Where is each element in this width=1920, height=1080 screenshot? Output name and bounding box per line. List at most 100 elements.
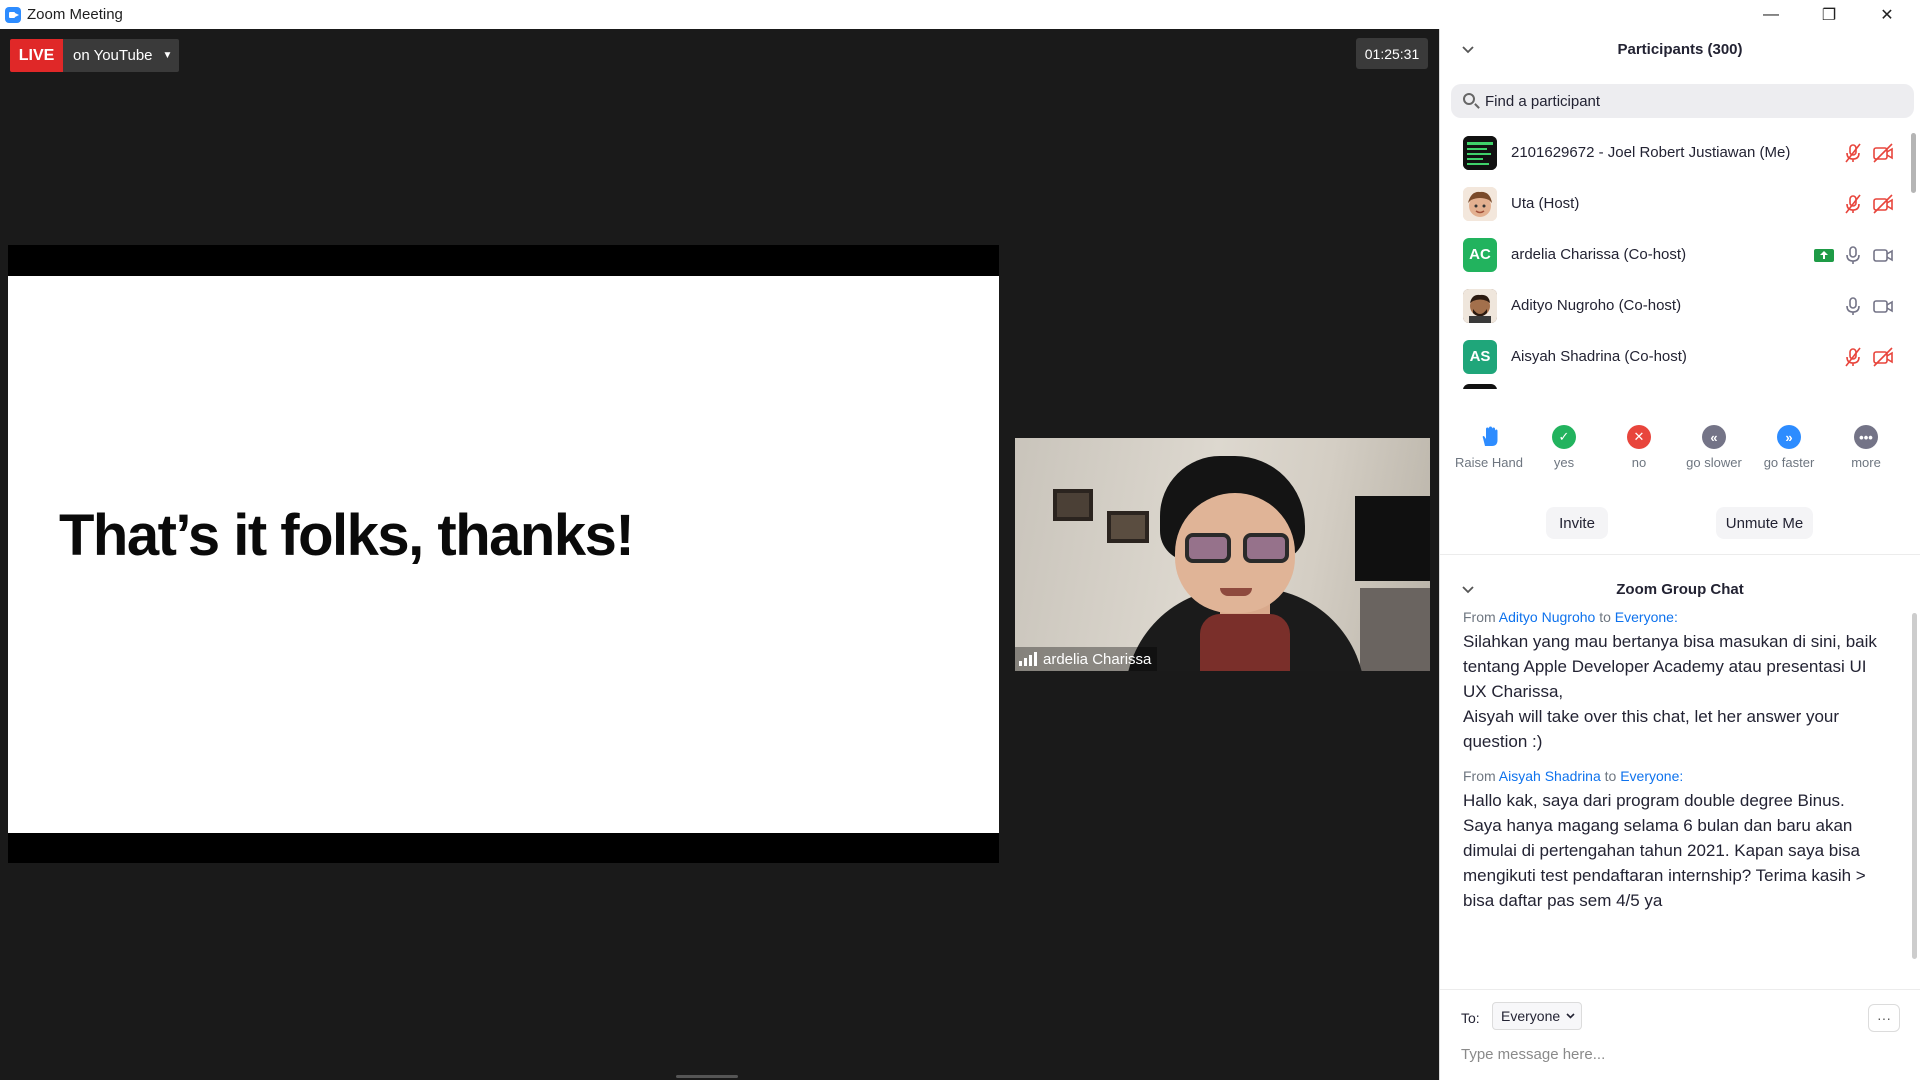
from-prefix: From: [1463, 768, 1496, 784]
participant-row[interactable]: [1440, 382, 1910, 389]
invite-button[interactable]: Invite: [1546, 507, 1608, 539]
recipient-value: Everyone: [1501, 1008, 1561, 1024]
participant-row[interactable]: 2101629672 - Joel Robert Justiawan (Me): [1440, 127, 1910, 178]
participant-list-scrollbar[interactable]: [1911, 127, 1916, 389]
cabinet: [1360, 588, 1430, 671]
message-recipient[interactable]: Everyone: [1620, 768, 1679, 784]
window-title: Zoom Meeting: [27, 6, 123, 23]
person-shirt: [1200, 614, 1290, 671]
message-text: Silahkan yang mau bertanya bisa masukan …: [1463, 632, 1877, 751]
minimize-button[interactable]: —: [1742, 0, 1800, 29]
shared-slide: That’s it folks, thanks!: [8, 276, 999, 833]
go-faster-label: go faster: [1763, 455, 1815, 470]
slide-text: That’s it folks, thanks!: [59, 503, 635, 568]
go-slower-label: go slower: [1686, 455, 1742, 470]
live-destination-label: on YouTube: [73, 47, 153, 64]
chevron-down-icon[interactable]: [1462, 582, 1474, 597]
participant-list: 2101629672 - Joel Robert Justiawan (Me) …: [1440, 127, 1910, 389]
raise-hand-label: Raise Hand: [1455, 455, 1523, 470]
to-prefix: to: [1604, 768, 1617, 784]
avatar: AS: [1463, 339, 1497, 374]
raise-hand-button[interactable]: Raise Hand: [1451, 425, 1527, 470]
stage-scrollbar[interactable]: [676, 1075, 738, 1078]
participant-row[interactable]: Adityo Nugroho (Co-host): [1440, 280, 1910, 331]
wall-picture-frame: [1053, 489, 1093, 521]
video-off-icon[interactable]: [1872, 142, 1894, 164]
side-panel: Participants (300) Find a participant 21…: [1439, 29, 1920, 1080]
to-prefix: to: [1599, 609, 1611, 625]
message-colon: :: [1679, 768, 1684, 784]
from-prefix: From: [1463, 609, 1496, 625]
live-destination-dropdown[interactable]: on YouTube ▼: [63, 39, 179, 72]
fast-forward-icon: »: [1777, 425, 1801, 449]
person-mouth: [1220, 588, 1252, 596]
video-off-icon[interactable]: [1872, 193, 1894, 215]
participant-row[interactable]: AC ardelia Charissa (Co-host): [1440, 229, 1910, 280]
video-off-icon[interactable]: [1872, 346, 1894, 368]
mic-icon[interactable]: [1842, 244, 1864, 266]
zoom-app-icon: [5, 6, 21, 23]
composer-divider: [1440, 989, 1920, 990]
x-icon: ✕: [1627, 425, 1651, 449]
avatar: [1463, 384, 1497, 389]
to-label: To:: [1461, 1010, 1480, 1026]
avatar: [1463, 186, 1497, 221]
close-button[interactable]: ✕: [1858, 0, 1916, 29]
participant-name: Adityo Nugroho (Co-host): [1511, 297, 1682, 314]
mic-muted-icon[interactable]: [1842, 346, 1864, 368]
yes-label: yes: [1553, 455, 1575, 470]
no-button[interactable]: ✕ no: [1601, 425, 1677, 470]
message-sender[interactable]: Adityo Nugroho: [1499, 609, 1596, 625]
participant-row[interactable]: AS Aisyah Shadrina (Co-host): [1440, 331, 1910, 382]
chat-message: From Adityo Nugroho to Everyone: Silahka…: [1463, 609, 1883, 754]
chevron-down-icon: ▼: [162, 50, 173, 61]
wall-picture-frame: [1107, 511, 1149, 543]
participant-search-field[interactable]: Find a participant: [1451, 84, 1914, 118]
no-label: no: [1631, 455, 1647, 470]
check-icon: ✓: [1552, 425, 1576, 449]
mic-muted-icon[interactable]: [1842, 142, 1864, 164]
avatar: AC: [1463, 237, 1497, 272]
participant-search-placeholder: Find a participant: [1485, 92, 1601, 110]
video-icon[interactable]: [1872, 295, 1894, 317]
panel-divider: [1440, 554, 1920, 555]
chat-scrollbar[interactable]: [1912, 607, 1917, 977]
chat-message: From Aisyah Shadrina to Everyone: Hallo …: [1463, 768, 1883, 913]
live-badge: LIVE: [10, 39, 63, 72]
participant-name: Aisyah Shadrina (Co-host): [1511, 348, 1687, 365]
avatar: [1463, 288, 1497, 323]
chevron-down-icon: [1566, 1013, 1575, 1019]
title-bar: Zoom Meeting — ❐ ✕: [0, 0, 1920, 29]
participant-name: 2101629672 - Joel Robert Justiawan (Me): [1511, 144, 1791, 161]
camera-video-tile[interactable]: ardelia Charissa: [1015, 438, 1430, 671]
mic-icon[interactable]: [1842, 295, 1864, 317]
participant-name: Uta (Host): [1511, 195, 1580, 212]
chat-message-list: From Adityo Nugroho to Everyone: Silahka…: [1463, 609, 1883, 927]
chat-more-button[interactable]: ···: [1868, 1004, 1900, 1032]
scrollbar-thumb[interactable]: [1911, 133, 1916, 193]
chevron-down-icon[interactable]: [1462, 42, 1474, 57]
scrollbar-thumb[interactable]: [1912, 613, 1917, 959]
screen-share-icon: [1813, 244, 1835, 266]
glasses: [1185, 533, 1231, 563]
nonverbal-feedback-bar: Raise Hand ✓ yes ✕ no « go slower » go f…: [1440, 425, 1920, 485]
mic-muted-icon[interactable]: [1842, 193, 1864, 215]
video-icon[interactable]: [1872, 244, 1894, 266]
video-participant-name: ardelia Charissa: [1043, 650, 1152, 668]
restore-button[interactable]: ❐: [1800, 0, 1858, 29]
recipient-dropdown[interactable]: Everyone: [1492, 1002, 1582, 1030]
go-faster-button[interactable]: » go faster: [1751, 425, 1827, 470]
chat-message-input[interactable]: [1461, 1039, 1901, 1069]
more-reactions-button[interactable]: ••• more: [1828, 425, 1904, 470]
message-sender[interactable]: Aisyah Shadrina: [1499, 768, 1601, 784]
signal-strength-icon: [1019, 652, 1037, 666]
more-icon: •••: [1854, 425, 1878, 449]
meeting-timer: 01:25:31: [1356, 38, 1428, 69]
chat-title: Zoom Group Chat: [1616, 580, 1744, 598]
unmute-me-button[interactable]: Unmute Me: [1716, 507, 1813, 539]
yes-button[interactable]: ✓ yes: [1526, 425, 1602, 470]
participant-row[interactable]: Uta (Host): [1440, 178, 1910, 229]
message-colon: :: [1673, 609, 1678, 625]
go-slower-button[interactable]: « go slower: [1676, 425, 1752, 470]
message-recipient[interactable]: Everyone: [1615, 609, 1674, 625]
